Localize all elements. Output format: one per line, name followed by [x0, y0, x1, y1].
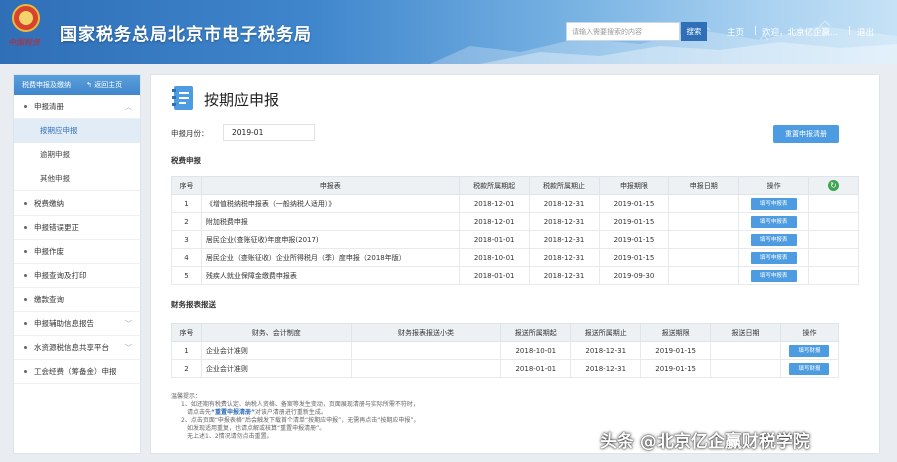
period-label: 申报月份：	[171, 129, 209, 138]
period-input[interactable]: 2019-01	[223, 124, 315, 141]
fill-form-button[interactable]: 填写申报表	[750, 233, 797, 246]
sidebar-item-payment-query[interactable]: 缴款查询	[14, 288, 140, 312]
table-header-row: 序号 申报表 税款所属期起 税款所属期止 申报期限 申报日期 操作 ↻	[171, 176, 859, 195]
refresh-icon[interactable]: ↻	[828, 180, 840, 191]
emblem-script: 中国税务	[8, 38, 40, 47]
search-input[interactable]: 请输入需要搜索的内容	[566, 22, 680, 41]
fill-form-button[interactable]: 填写申报表	[750, 251, 797, 264]
table-row: 2 附加税费申报 2018-12-01 2018-12-31 2019-01-15 填写申…	[171, 212, 859, 231]
chevron-down-icon: ﹀	[125, 344, 132, 352]
table-row: 5 残疾人就业保障金缴费申报表 2018-01-01 2018-12-31 2019-0…	[171, 266, 859, 285]
financial-report-table: 序号 财务、会计制度 财务报表报送小类 报送所属期起 报送所属期止 报送期限 报…	[171, 323, 840, 378]
fill-form-button[interactable]: 填写申报表	[750, 197, 797, 210]
home-link[interactable]: 主页	[727, 26, 744, 38]
sidebar-subitem-other[interactable]: 其他申报	[14, 167, 140, 191]
tax-emblem-logo: 中国税务	[8, 4, 44, 52]
fill-financial-report-button[interactable]: 填写财报	[789, 344, 830, 357]
reset-list-button[interactable]: 重置申报清册	[773, 125, 839, 143]
sidebar-item-union-fee[interactable]: 工会经费（筹备金）申报	[14, 360, 140, 384]
table-row: 1 《增值税纳税申报表（一般纳税人适用）》 2018-12-01 2018-12-31…	[171, 194, 859, 213]
watermark-text: 头条 @北京亿企赢财税学院	[600, 432, 810, 452]
tax-declaration-table: 序号 申报表 税款所属期起 税款所属期止 申报期限 申报日期 操作 ↻ 1 《增值…	[171, 176, 859, 285]
fill-form-button[interactable]: 填写申报表	[750, 215, 797, 228]
sidebar-title: 税费申报及缴纳	[22, 81, 71, 89]
site-title: 国家税务总局北京市电子税务局	[60, 25, 312, 45]
fill-form-button[interactable]: 填写申报表	[750, 269, 797, 282]
sidebar: 税费申报及缴纳 ↰ 返回主页 申报清册 ︿ 按期应申报 逾期申报 其他申报 税费缴…	[13, 74, 141, 454]
tips-title: 温馨提示：	[171, 393, 202, 400]
notebook-icon	[172, 86, 193, 110]
table-row: 1 企业会计准则 2018-10-01 2018-12-31 2019-01-15 填写财…	[171, 341, 840, 360]
sidebar-item-void[interactable]: 申报作废	[14, 240, 140, 264]
table-row: 3 居民企业(查账征收)年度申报(2017) 2018-01-01 2018-12-3…	[171, 230, 859, 249]
fill-financial-report-button[interactable]: 填写财报	[789, 362, 830, 375]
back-home-link[interactable]: ↰ 返回主页	[86, 75, 122, 95]
sidebar-item-query-print[interactable]: 申报查询及打印	[14, 264, 140, 288]
main-panel: 按期应申报 申报月份： 2019-01 重置申报清册 税费申报 序号 申报表 税…	[150, 74, 880, 454]
chevron-down-icon: ﹀	[125, 320, 132, 328]
sidebar-item-error-correction[interactable]: 申报错误更正	[14, 216, 140, 240]
sidebar-header: 税费申报及缴纳 ↰ 返回主页	[14, 75, 140, 95]
site-header: 中国税务 国家税务总局北京市电子税务局 请输入需要搜索的内容 搜索 主页 | 欢…	[0, 0, 897, 64]
page-title: 按期应申报	[204, 91, 280, 109]
section-title-financial: 财务报表报送	[171, 300, 216, 309]
search-button[interactable]: 搜索	[681, 22, 707, 41]
sidebar-subitem-overdue[interactable]: 逾期申报	[14, 143, 140, 167]
table-header-row: 序号 财务、会计制度 财务报表报送小类 报送所属期起 报送所属期止 报送期限 报…	[171, 323, 840, 342]
table-row: 4 居民企业（查账征收）企业所得税月（季）度申报（2018年版） 2018-10-0…	[171, 248, 859, 267]
tips-notice: 温馨提示： 1、如还期有税费认定、纳税人资格、备案等发生变动，页面展现清册与实际…	[171, 393, 671, 441]
table-row: 2 企业会计准则 2018-01-01 2018-12-31 2019-01-15 填写财…	[171, 359, 840, 378]
separator: |	[848, 26, 851, 36]
sidebar-item-water-resource[interactable]: 水资源税信息共享平台 ﹀	[14, 336, 140, 360]
logout-link[interactable]: 退出	[857, 26, 874, 38]
sidebar-item-tax-payment[interactable]: 税费缴纳	[14, 192, 140, 216]
separator: |	[754, 26, 757, 36]
reset-list-link[interactable]: “重置申报清册”	[211, 409, 255, 416]
welcome-user-link[interactable]: 欢迎，北京亿企赢...	[762, 26, 838, 38]
sidebar-subitem-periodic[interactable]: 按期应申报	[14, 119, 140, 143]
sidebar-item-declaration-list[interactable]: 申报清册 ︿	[14, 95, 140, 119]
sidebar-item-aux-report[interactable]: 申报辅助信息报告 ﹀	[14, 312, 140, 336]
chevron-up-icon: ︿	[125, 103, 132, 111]
section-title-tax: 税费申报	[171, 156, 201, 165]
